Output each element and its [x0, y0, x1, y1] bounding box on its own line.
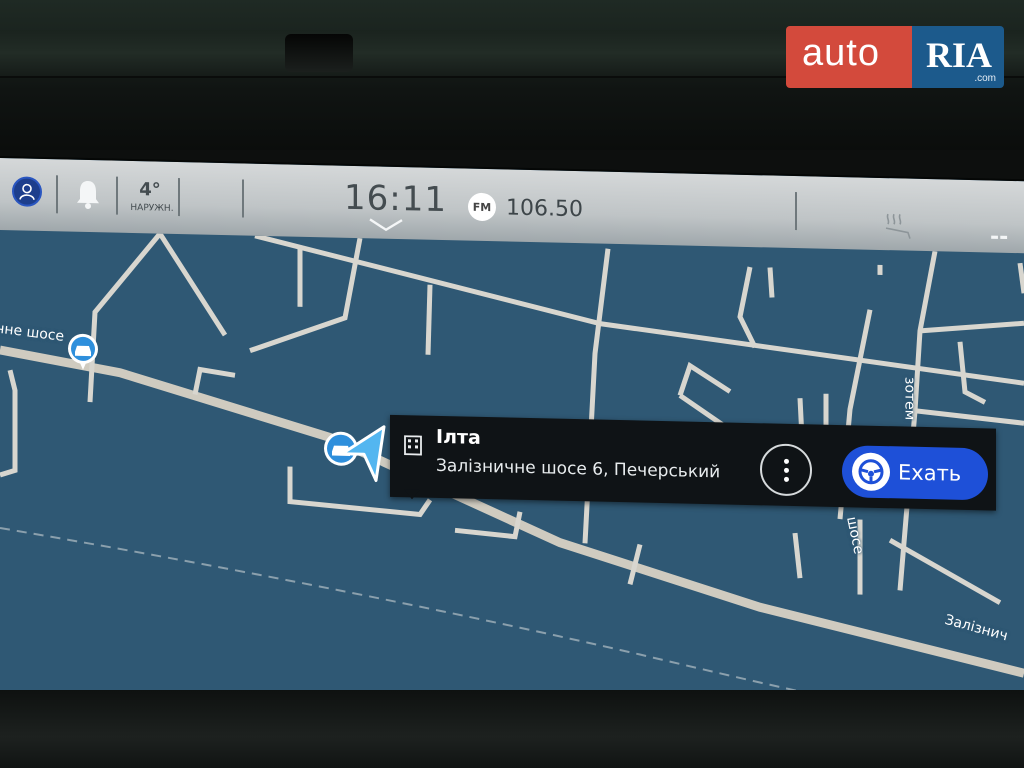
building-icon [404, 435, 422, 456]
seat-heat-icon[interactable] [880, 210, 916, 241]
chevron-down-icon[interactable] [366, 216, 406, 232]
watermark-right-text: RIA [926, 35, 993, 75]
radio-frequency[interactable]: 106.50 [506, 195, 583, 222]
destination-address: Залізничне шосе 6, Печерський [436, 455, 721, 483]
status-divider [178, 178, 180, 217]
popup-pointer [404, 489, 420, 500]
destination-name: Ілта [436, 425, 481, 449]
status-divider [795, 192, 797, 231]
watermark-left: auto [786, 26, 912, 88]
outside-temperature: 4° [139, 179, 161, 201]
go-button-label: Ехать [898, 460, 962, 486]
status-right-indicator: -- [990, 224, 1009, 250]
dashboard-bottom-panel [0, 690, 1024, 768]
radio-band-badge[interactable]: FM [468, 192, 496, 222]
infotainment-screen: 4° НАРУЖН. 16:11 FM 106.50 -- чне шосе З… [0, 158, 1024, 747]
status-divider [116, 176, 118, 215]
clock[interactable]: 16:11 [344, 178, 447, 220]
status-divider [242, 179, 244, 218]
steering-wheel-icon [852, 452, 890, 492]
go-button[interactable]: Ехать [842, 445, 988, 501]
status-divider [56, 175, 58, 214]
watermark-right: RIA .com [912, 26, 1004, 88]
traffic-car-pin-icon[interactable] [66, 331, 100, 376]
watermark-logo: auto RIA .com [786, 26, 1004, 88]
more-vertical-icon[interactable] [760, 443, 812, 497]
watermark-suffix: .com [974, 73, 996, 84]
bell-icon[interactable] [74, 178, 102, 211]
outside-temperature-caption: НАРУЖН. [130, 202, 174, 214]
navigation-arrow-icon [334, 420, 390, 487]
profile-icon[interactable] [12, 176, 42, 207]
destination-card[interactable]: Ілта Залізничне шосе 6, Печерський Ехать [390, 414, 996, 511]
street-label: зотем [901, 376, 918, 421]
dashboard-button [285, 34, 353, 72]
